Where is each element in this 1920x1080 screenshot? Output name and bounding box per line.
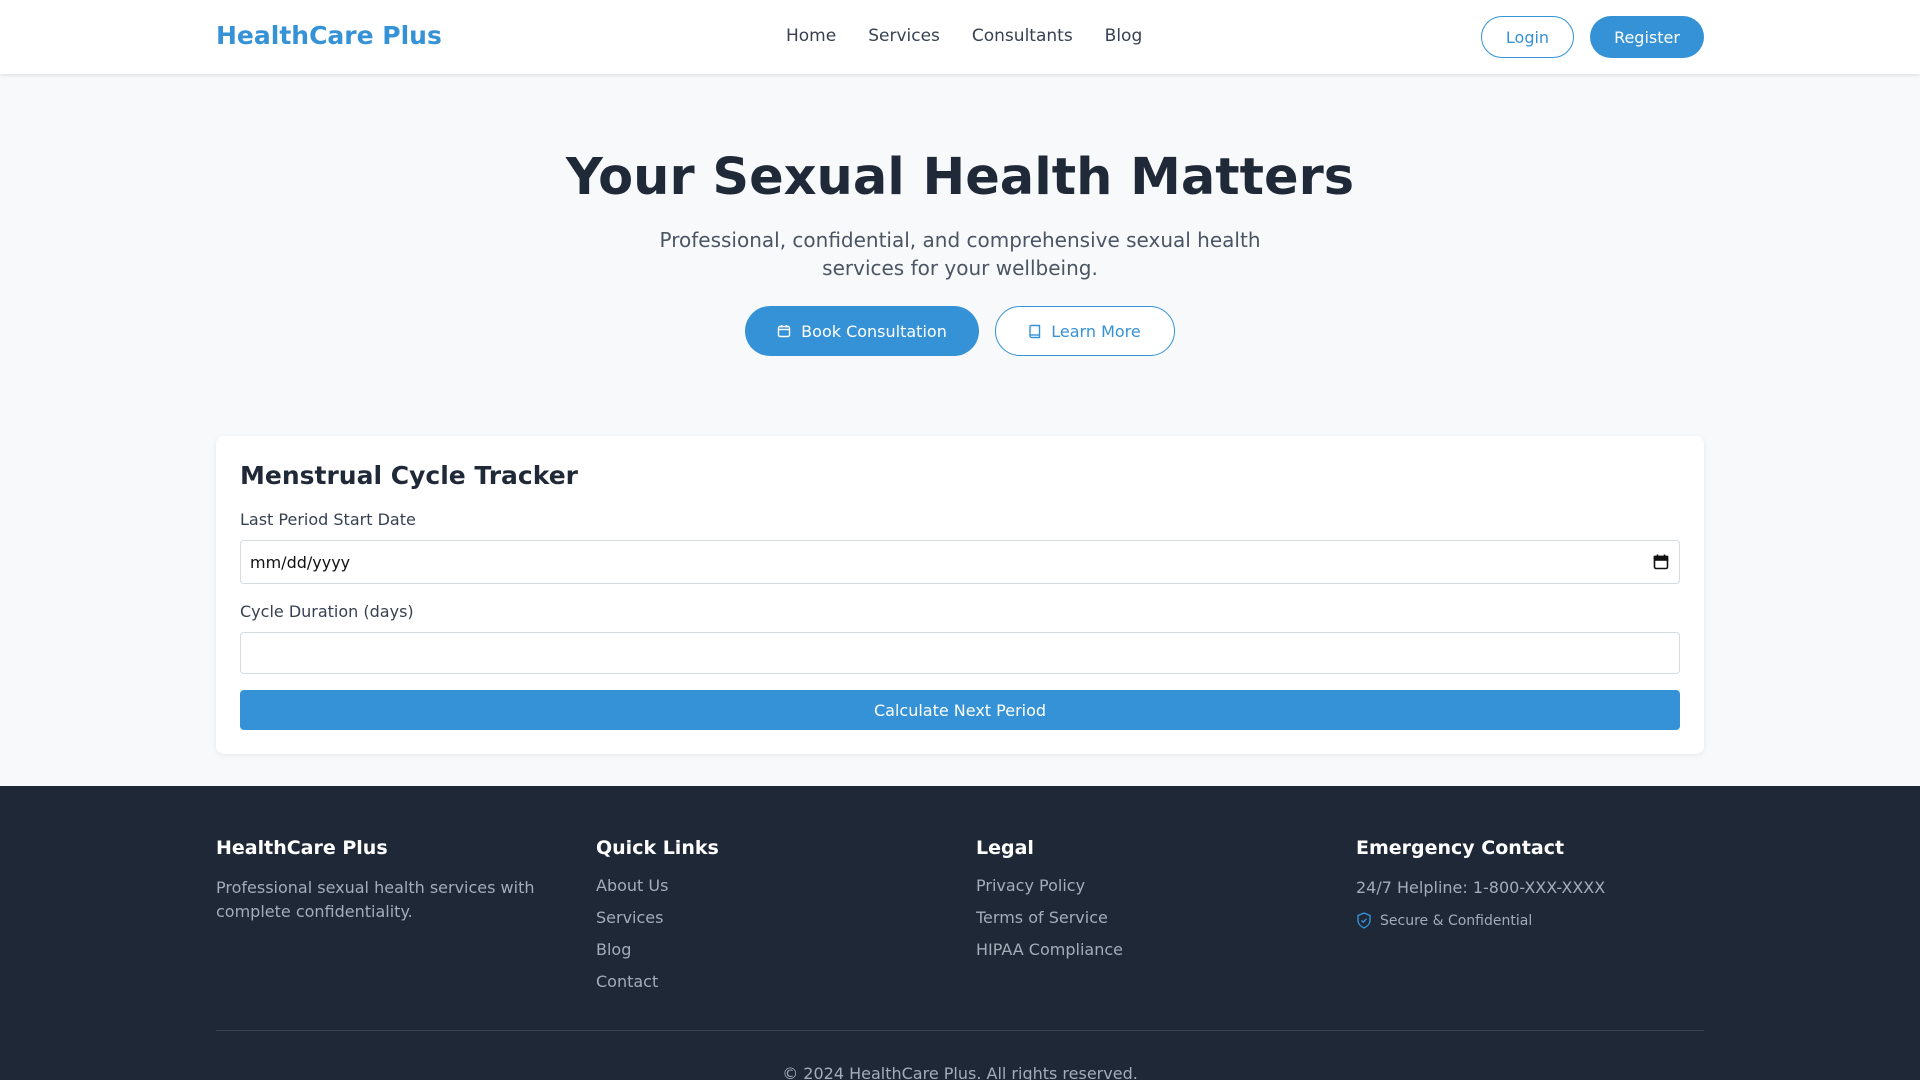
footer-link-services[interactable]: Services [596,908,896,928]
last-period-date-input[interactable]: mm/dd/yyyy [240,540,1680,584]
site-footer: HealthCare Plus Professional sexual heal… [0,786,1920,1080]
footer-link-about[interactable]: About Us [596,876,896,896]
footer-link-terms[interactable]: Terms of Service [976,908,1276,928]
copyright-text: © 2024 HealthCare Plus. All rights reser… [782,1064,1138,1080]
footer-legal: Legal Privacy Policy Terms of Service HI… [976,836,1276,972]
cycle-tracker-card: Menstrual Cycle Tracker Last Period Star… [216,436,1704,754]
footer-link-contact[interactable]: Contact [596,972,896,992]
tracker-title: Menstrual Cycle Tracker [240,461,578,490]
footer-link-hipaa[interactable]: HIPAA Compliance [976,940,1276,960]
nav-link-services[interactable]: Services [868,25,940,47]
footer-link-privacy[interactable]: Privacy Policy [976,876,1276,896]
helpline-text: 24/7 Helpline: 1-800-XXX-XXXX [1356,878,1606,897]
brand-logo[interactable]: HealthCare Plus [216,20,442,52]
date-placeholder: mm/dd/yyyy [250,552,351,572]
calendar-picker-icon[interactable] [1653,554,1669,574]
footer-brand-title: HealthCare Plus [216,837,388,859]
learn-more-label: Learn More [1051,321,1141,341]
footer-brand-column: HealthCare Plus Professional sexual heal… [216,836,556,924]
main-nav: Home Services Consultants Blog [786,25,1174,47]
cycle-duration-input[interactable] [240,632,1680,674]
footer-emergency: Emergency Contact 24/7 Helpline: 1-800-X… [1356,836,1704,929]
emergency-title: Emergency Contact [1356,837,1565,859]
site-header: HealthCare Plus Home Services Consultant… [0,0,1920,74]
cycle-duration-label: Cycle Duration (days) [240,602,414,621]
last-period-label: Last Period Start Date [240,510,416,529]
calendar-icon [777,324,791,338]
quick-links-title: Quick Links [596,837,719,859]
footer-quick-links: Quick Links About Us Services Blog Conta… [596,836,896,1004]
login-button[interactable]: Login [1481,16,1574,58]
footer-link-blog[interactable]: Blog [596,940,896,960]
book-consultation-label: Book Consultation [801,321,947,341]
footer-brand-text: Professional sexual health services with… [216,878,535,921]
secure-label: Secure & Confidential [1380,912,1533,929]
hero-subtitle: Professional, confidential, and comprehe… [659,228,1261,280]
book-icon [1029,324,1041,339]
legal-title: Legal [976,837,1034,859]
secure-badge: Secure & Confidential [1356,912,1704,929]
register-button[interactable]: Register [1590,16,1704,58]
book-consultation-button[interactable]: Book Consultation [745,306,979,356]
nav-link-blog[interactable]: Blog [1105,25,1143,47]
nav-link-consultants[interactable]: Consultants [972,25,1073,47]
calculate-next-period-button[interactable]: Calculate Next Period [240,690,1680,730]
learn-more-button[interactable]: Learn More [995,306,1175,356]
shield-icon [1356,912,1372,929]
hero-title: Your Sexual Health Matters [565,148,1355,207]
footer-divider [216,1030,1704,1031]
nav-link-home[interactable]: Home [786,25,836,47]
